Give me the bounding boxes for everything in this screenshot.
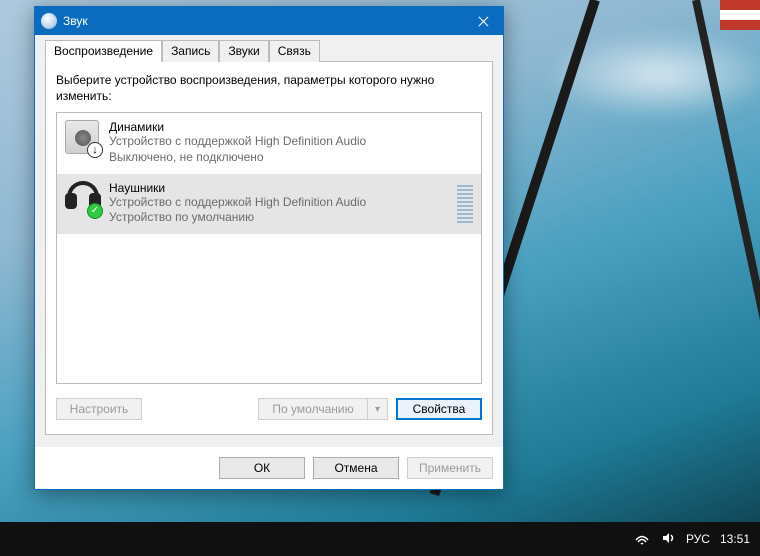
device-item-headphones[interactable]: ✓ Наушники Устройство с поддержкой High … bbox=[57, 174, 481, 234]
device-status: Устройство по умолчанию bbox=[109, 210, 445, 226]
speaker-icon: ↓ bbox=[65, 120, 101, 156]
language-indicator[interactable]: РУС bbox=[686, 532, 710, 546]
clock[interactable]: 13:51 bbox=[720, 532, 750, 546]
device-status: Выключено, не подключено bbox=[109, 150, 473, 166]
device-name: Наушники bbox=[109, 181, 445, 195]
system-tray: РУС 13:51 bbox=[634, 530, 750, 549]
playback-panel: Выберите устройство воспроизведения, пар… bbox=[45, 61, 493, 435]
wifi-icon[interactable] bbox=[634, 530, 650, 549]
cancel-button[interactable]: Отмена bbox=[313, 457, 399, 479]
sound-icon bbox=[41, 13, 57, 29]
properties-button[interactable]: Свойства bbox=[396, 398, 482, 420]
tab-communications[interactable]: Связь bbox=[269, 40, 320, 62]
chevron-down-icon[interactable]: ▾ bbox=[368, 398, 388, 420]
device-item-speakers[interactable]: ↓ Динамики Устройство с поддержкой High … bbox=[57, 113, 481, 173]
headphones-icon: ✓ bbox=[65, 181, 101, 217]
instruction-text: Выберите устройство воспроизведения, пар… bbox=[56, 72, 482, 104]
tab-strip: Воспроизведение Запись Звуки Связь bbox=[45, 40, 493, 62]
taskbar[interactable]: РУС 13:51 bbox=[0, 522, 760, 556]
tab-playback[interactable]: Воспроизведение bbox=[45, 40, 162, 62]
set-default-button[interactable]: По умолчанию bbox=[258, 398, 368, 420]
ok-button[interactable]: ОК bbox=[219, 457, 305, 479]
close-icon bbox=[478, 16, 489, 27]
device-list[interactable]: ↓ Динамики Устройство с поддержкой High … bbox=[56, 112, 482, 384]
window-title: Звук bbox=[63, 14, 463, 28]
tab-recording[interactable]: Запись bbox=[162, 40, 219, 62]
tab-sounds[interactable]: Звуки bbox=[219, 40, 268, 62]
close-button[interactable] bbox=[463, 7, 503, 35]
device-name: Динамики bbox=[109, 120, 473, 134]
default-badge-icon: ✓ bbox=[87, 203, 103, 219]
device-desc: Устройство с поддержкой High Definition … bbox=[109, 134, 473, 150]
configure-button[interactable]: Настроить bbox=[56, 398, 142, 420]
sound-dialog: Звук Воспроизведение Запись Звуки Связь … bbox=[34, 6, 504, 490]
set-default-dropdown[interactable]: По умолчанию ▾ bbox=[258, 398, 388, 420]
disabled-badge-icon: ↓ bbox=[87, 142, 103, 158]
apply-button[interactable]: Применить bbox=[407, 457, 493, 479]
level-meter bbox=[457, 183, 473, 223]
device-desc: Устройство с поддержкой High Definition … bbox=[109, 195, 445, 211]
titlebar[interactable]: Звук bbox=[35, 7, 503, 35]
volume-icon[interactable] bbox=[660, 530, 676, 549]
